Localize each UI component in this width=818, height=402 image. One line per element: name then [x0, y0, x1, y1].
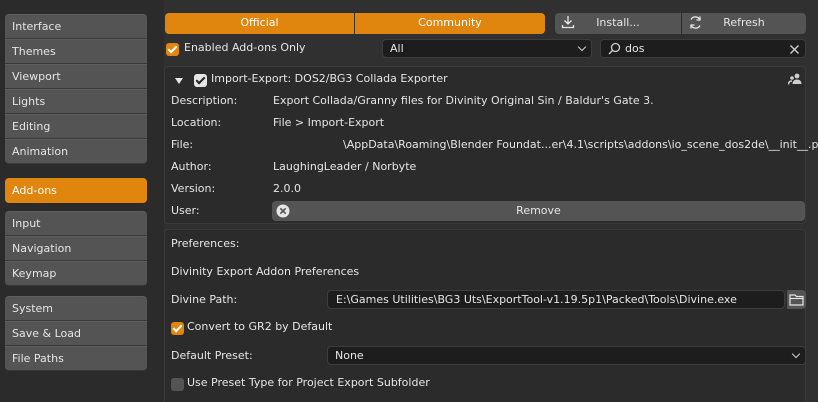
official-tab[interactable]: Official — [165, 13, 354, 34]
sidebar-item-viewport[interactable]: Viewport — [5, 64, 147, 89]
folder-browse-button[interactable] — [787, 290, 806, 309]
location-value: File > Import-Export — [273, 116, 385, 129]
remove-button[interactable]: Remove — [272, 201, 805, 221]
sidebar-group-addons: Add-ons — [5, 178, 147, 203]
refresh-button[interactable]: Refresh — [682, 13, 806, 34]
clear-search-icon[interactable] — [789, 43, 800, 61]
expand-triangle-icon[interactable] — [175, 75, 183, 88]
addon-enable-checkbox[interactable] — [194, 74, 207, 87]
sidebar-item-addons[interactable]: Add-ons — [5, 178, 147, 203]
sidebar-scroll-gutter — [156, 0, 164, 402]
download-icon — [561, 15, 575, 29]
install-label: Install... — [596, 16, 640, 29]
enabled-only-label: Enabled Add-ons Only — [184, 41, 306, 54]
file-label: File: — [171, 138, 194, 151]
convert-gr2-checkbox[interactable] — [171, 322, 184, 335]
sidebar-item-lights[interactable]: Lights — [5, 89, 147, 114]
description-label: Description: — [171, 94, 238, 107]
preferences-subheading: Divinity Export Addon Preferences — [171, 265, 360, 278]
sidebar-item-themes[interactable]: Themes — [5, 39, 147, 64]
default-preset-dropdown[interactable]: None — [327, 346, 806, 365]
search-input[interactable]: dos — [600, 39, 806, 58]
sidebar: Interface Themes Viewport Lights Editing… — [0, 0, 156, 402]
location-label: Location: — [171, 116, 222, 129]
divine-path-label: Divine Path: — [171, 293, 238, 306]
remove-x-icon — [276, 204, 290, 224]
refresh-label: Refresh — [723, 16, 765, 29]
sidebar-item-editing[interactable]: Editing — [5, 114, 147, 139]
use-preset-type-label: Use Preset Type for Project Export Subfo… — [187, 376, 430, 389]
version-value: 2.0.0 — [273, 182, 301, 195]
category-value: All — [390, 42, 404, 55]
sidebar-item-system[interactable]: System — [5, 296, 147, 321]
sidebar-item-file-paths[interactable]: File Paths — [5, 346, 147, 371]
search-value: dos — [625, 42, 645, 55]
refresh-icon — [688, 15, 703, 30]
sidebar-item-animation[interactable]: Animation — [5, 139, 147, 164]
author-label: Author: — [171, 160, 212, 173]
addon-title: Import-Export: DOS2/BG3 Collada Exporter — [211, 72, 448, 85]
default-preset-label: Default Preset: — [171, 349, 253, 362]
user-group-icon — [787, 72, 802, 89]
sidebar-item-keymap[interactable]: Keymap — [5, 261, 147, 286]
sidebar-group-system: System Save & Load File Paths — [5, 296, 147, 371]
sidebar-item-interface[interactable]: Interface — [5, 14, 147, 39]
folder-icon — [789, 293, 804, 309]
remove-label: Remove — [516, 204, 561, 217]
sidebar-item-navigation[interactable]: Navigation — [5, 236, 147, 261]
description-value: Export Collada/Granny files for Divinity… — [273, 94, 654, 107]
version-label: Version: — [171, 182, 216, 195]
preferences-heading: Preferences: — [171, 237, 240, 250]
chevron-down-icon — [577, 42, 587, 52]
enabled-only-checkbox[interactable] — [166, 43, 179, 56]
community-tab[interactable]: Community — [355, 13, 545, 34]
category-dropdown[interactable]: All — [382, 39, 592, 58]
file-value: \AppData\Roaming\Blender Foundat...er\4.… — [343, 138, 818, 151]
sidebar-group-ui: Interface Themes Viewport Lights Editing… — [5, 14, 147, 164]
default-preset-value: None — [335, 349, 364, 362]
preferences-panel: Preferences: Divinity Export Addon Prefe… — [164, 229, 806, 402]
sidebar-item-input[interactable]: Input — [5, 211, 147, 236]
addons-main: Official Community Install... Refresh En… — [164, 0, 818, 402]
search-icon — [608, 42, 621, 61]
author-value: LaughingLeader / Norbyte — [273, 160, 417, 173]
chevron-down-icon — [791, 349, 801, 359]
divine-path-value: E:\Games Utilities\BG3 Uts\ExportTool-v1… — [336, 293, 737, 306]
sidebar-group-input: Input Navigation Keymap — [5, 211, 147, 286]
user-label: User: — [171, 204, 200, 217]
addon-panel: Import-Export: DOS2/BG3 Collada Exporter… — [164, 66, 818, 224]
divine-path-input[interactable]: E:\Games Utilities\BG3 Uts\ExportTool-v1… — [327, 290, 785, 309]
convert-gr2-label: Convert to GR2 by Default — [187, 320, 333, 333]
use-preset-type-checkbox[interactable] — [171, 378, 184, 391]
install-button[interactable]: Install... — [555, 13, 681, 34]
sidebar-item-save-load[interactable]: Save & Load — [5, 321, 147, 346]
